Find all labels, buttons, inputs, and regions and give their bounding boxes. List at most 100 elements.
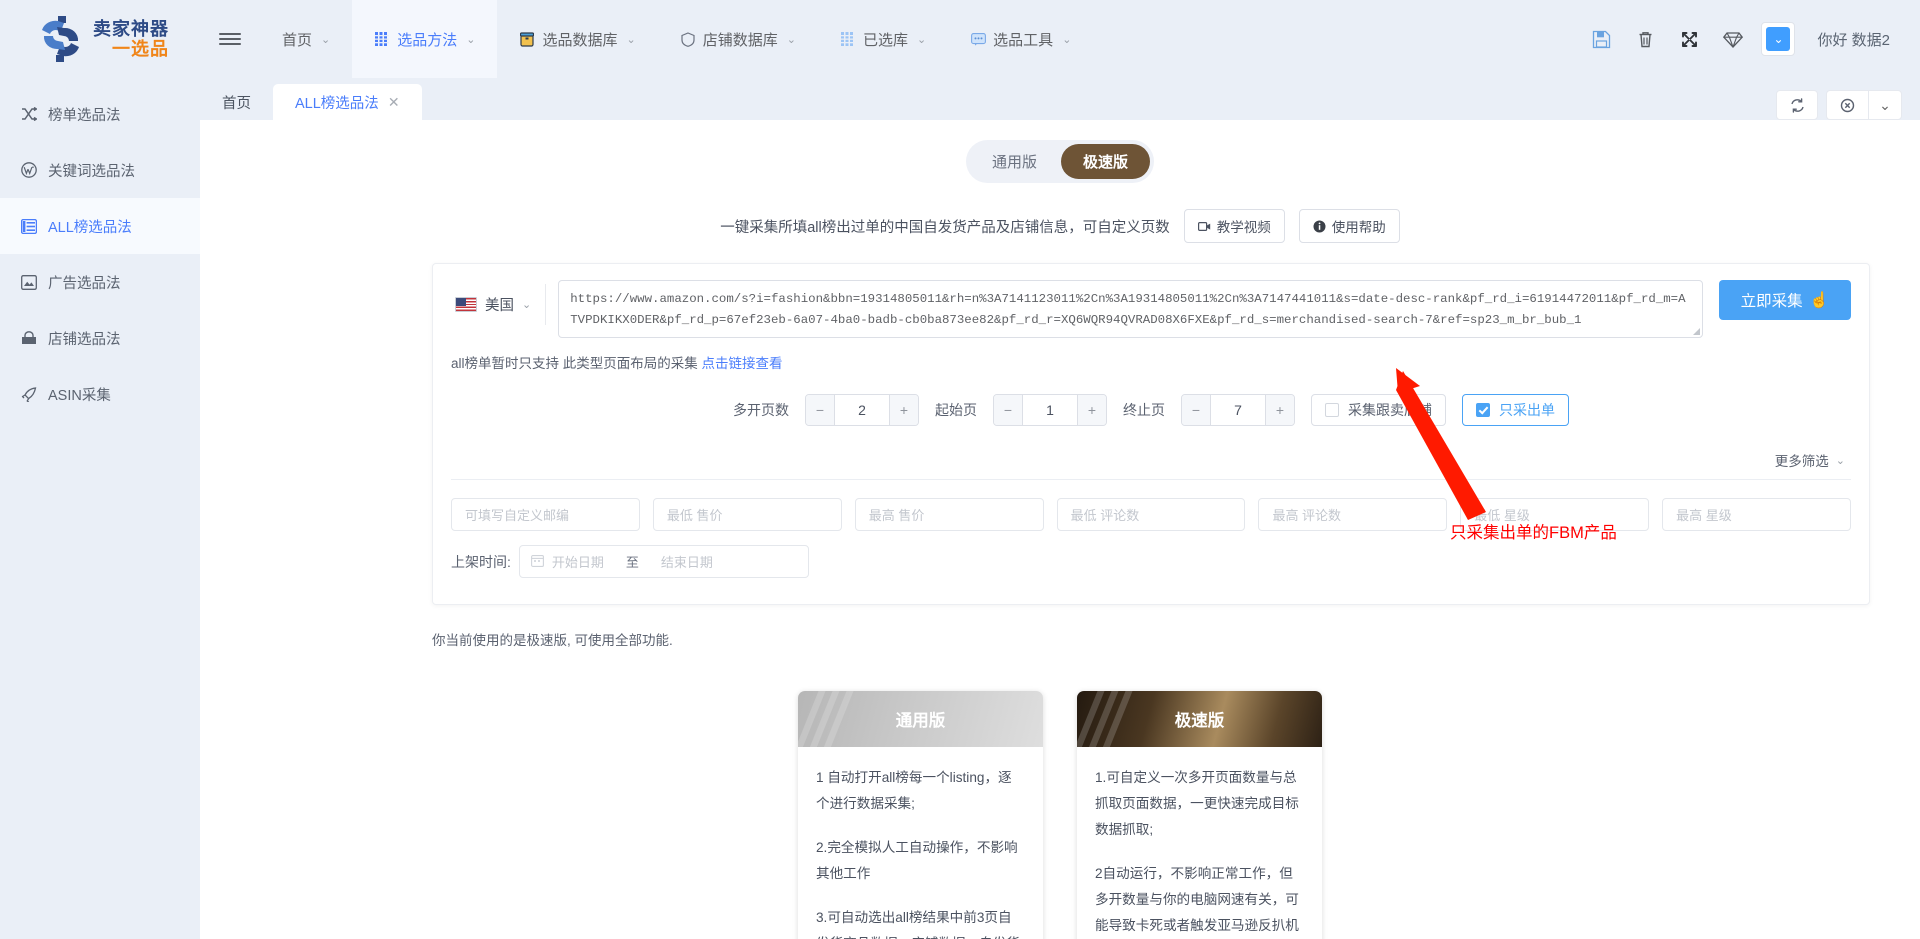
sidebar-item-label: ASIN采集 [48, 387, 111, 404]
collect-now-label: 立即采集 [1740, 293, 1803, 310]
close-icon[interactable]: ✕ [388, 94, 400, 111]
start-page-label: 起始页 [935, 402, 977, 418]
version-card-body: 1.可自定义一次多开页面数量与总抓取页面数据，一更快速完成目标数据抓取; 2自动… [1077, 747, 1322, 939]
nav-item-selected-library[interactable]: 已选库 ⌄ [818, 0, 948, 78]
hamburger-icon[interactable] [200, 0, 260, 78]
divider [451, 479, 1851, 480]
video-icon [1197, 221, 1210, 231]
sidebar-item-ranking-method[interactable]: 榜单选品法 [0, 86, 200, 142]
date-separator: 至 [625, 555, 639, 570]
save-icon[interactable] [1581, 19, 1621, 59]
start-page-plus-button[interactable]: + [1078, 395, 1106, 425]
version-card-title: 通用版 [895, 712, 946, 730]
tab-home[interactable]: 首页 [200, 84, 273, 120]
more-filters-row: 更多筛选 ⌄ [451, 450, 1851, 470]
sidebar-item-asin-collection[interactable]: ASIN采集 [0, 366, 200, 422]
filter-input-min-reviews[interactable]: 最低 评论数 [1056, 498, 1246, 531]
country-selector[interactable]: 美国 ⌄ [451, 284, 547, 325]
sidebar: 榜单选品法 关键词选品法 ALL榜选品法 广告选品法 店铺选品法 ASIN采集 [0, 78, 200, 939]
content-area: 首页 ALL榜选品法 ✕ ⌄ 通用版 极速版 一键采集所填all榜出过单的中国自… [200, 78, 1920, 939]
nav-item-label: 店铺数据库 [702, 31, 778, 49]
support-note-link[interactable]: 点击链接查看 [702, 356, 783, 371]
chevron-down-icon: ⌄ [466, 33, 476, 46]
tab-label: 首页 [222, 95, 251, 112]
sidebar-item-shop-method[interactable]: 店铺选品法 [0, 310, 200, 366]
country-label: 美国 [485, 298, 514, 314]
sidebar-item-label: ALL榜选品法 [48, 219, 132, 236]
filter-input-zipcode[interactable]: 可填写自定义邮编 [451, 498, 640, 531]
date-filter-row: 上架时间: 开始日期 至 结束日期 [451, 545, 1851, 578]
refresh-icon[interactable] [1776, 90, 1818, 120]
main-layout: 榜单选品法 关键词选品法 ALL榜选品法 广告选品法 店铺选品法 ASIN采集 … [0, 78, 1920, 939]
trash-icon[interactable] [1625, 19, 1665, 59]
multi-open-value[interactable]: 2 [834, 395, 890, 425]
version-card-header: 通用版 [798, 691, 1043, 747]
checkbox-label: 采集跟卖店铺 [1348, 402, 1432, 418]
stripe-decor [798, 691, 870, 747]
sidebar-item-label: 广告选品法 [48, 275, 121, 292]
chevron-down-icon: ⌄ [1835, 454, 1845, 467]
nav-item-home[interactable]: 首页 ⌄ [260, 0, 352, 78]
version-card-paragraph: 1.可自定义一次多开页面数量与总抓取页面数据，一更快速完成目标数据抓取; [1095, 770, 1299, 837]
filter-input-max-rating[interactable]: 最高 星级 [1662, 498, 1852, 531]
multi-open-stepper[interactable]: − 2 + [805, 394, 919, 426]
filter-input-max-reviews[interactable]: 最高 评论数 [1258, 498, 1448, 531]
date-filter-label: 上架时间: [451, 553, 511, 570]
checkbox-box [1325, 403, 1339, 417]
filter-input-min-price[interactable]: 最低 售价 [652, 498, 842, 531]
user-menu-button[interactable]: ⌄ [1761, 22, 1796, 56]
nav-item-shop-database[interactable]: 店铺数据库 ⌄ [658, 0, 818, 78]
description-text: 一键采集所填all榜出过单的中国自发货产品及店铺信息，可自定义页数 [720, 219, 1170, 236]
version-card-speed: 极速版 1.可自定义一次多开页面数量与总抓取页面数据，一更快速完成目标数据抓取;… [1077, 691, 1322, 939]
rocket-icon [20, 386, 37, 402]
version-switch-row: 通用版 极速版 [200, 120, 1920, 183]
multi-open-minus-button[interactable]: − [806, 395, 834, 425]
version-option-general[interactable]: 通用版 [970, 144, 1059, 179]
version-option-speed[interactable]: 极速版 [1061, 144, 1151, 179]
tab-all-ranking-method[interactable]: ALL榜选品法 ✕ [273, 84, 422, 120]
brand-logo-area[interactable]: 卖家神器 一选品 [0, 0, 200, 78]
checkbox-only-sold[interactable]: 只采出单 [1462, 394, 1569, 426]
nav-item-label: 选品数据库 [542, 31, 618, 49]
nav-item-label: 已选库 [862, 31, 908, 49]
diamond-icon[interactable] [1713, 19, 1753, 59]
fullscreen-icon[interactable] [1669, 19, 1709, 59]
sidebar-item-all-ranking-method[interactable]: ALL榜选品法 [0, 198, 200, 254]
nav-item-selection-tools[interactable]: 选品工具 ⌄ [948, 0, 1093, 78]
end-page-plus-button[interactable]: + [1266, 395, 1294, 425]
help-button[interactable]: 使用帮助 [1298, 209, 1400, 243]
start-page-value[interactable]: 1 [1022, 395, 1078, 425]
sidebar-item-label: 店铺选品法 [48, 331, 121, 348]
chevron-down-icon: ⌄ [786, 33, 796, 46]
start-page-minus-button[interactable]: − [994, 395, 1022, 425]
collect-now-button[interactable]: 立即采集 ☝ [1718, 280, 1851, 320]
chevron-down-icon: ⌄ [321, 33, 331, 46]
start-page-stepper[interactable]: − 1 + [993, 394, 1107, 426]
database-icon [519, 31, 535, 47]
shuffle-icon [20, 107, 37, 121]
fish-logo-icon [42, 16, 79, 62]
nav-item-selection-database[interactable]: 选品数据库 ⌄ [497, 0, 657, 78]
nav-item-selection-method[interactable]: 选品方法 ⌄ [352, 0, 498, 78]
collect-form-card: 美国 ⌄ https://www.amazon.com/s?i=fashion&… [432, 263, 1870, 605]
date-range-picker[interactable]: 开始日期 至 结束日期 [518, 545, 809, 578]
url-input[interactable]: https://www.amazon.com/s?i=fashion&bbn=1… [558, 280, 1703, 338]
chevron-down-icon[interactable]: ⌄ [1868, 90, 1902, 120]
chevron-down-icon: ⌄ [1062, 33, 1072, 46]
end-page-stepper[interactable]: − 7 + [1181, 394, 1295, 426]
tutorial-video-button[interactable]: 教学视频 [1183, 209, 1285, 243]
sidebar-item-keyword-method[interactable]: 关键词选品法 [0, 142, 200, 198]
help-label: 使用帮助 [1331, 220, 1386, 235]
end-page-value[interactable]: 7 [1210, 395, 1266, 425]
sidebar-item-ad-method[interactable]: 广告选品法 [0, 254, 200, 310]
multi-open-label: 多开页数 [733, 402, 789, 418]
end-page-minus-button[interactable]: − [1182, 395, 1210, 425]
filter-input-max-price[interactable]: 最高 售价 [854, 498, 1044, 531]
page-content: 通用版 极速版 一键采集所填all榜出过单的中国自发货产品及店铺信息，可自定义页… [200, 120, 1920, 939]
user-greeting: 你好 数据2 [1817, 31, 1890, 49]
more-filters-button[interactable]: 更多筛选 ⌄ [1775, 450, 1845, 470]
nav-item-label: 选品方法 [397, 31, 458, 49]
settings-icon[interactable] [1826, 90, 1868, 120]
checkbox-collect-follow-shops[interactable]: 采集跟卖店铺 [1311, 394, 1446, 426]
multi-open-plus-button[interactable]: + [890, 395, 918, 425]
